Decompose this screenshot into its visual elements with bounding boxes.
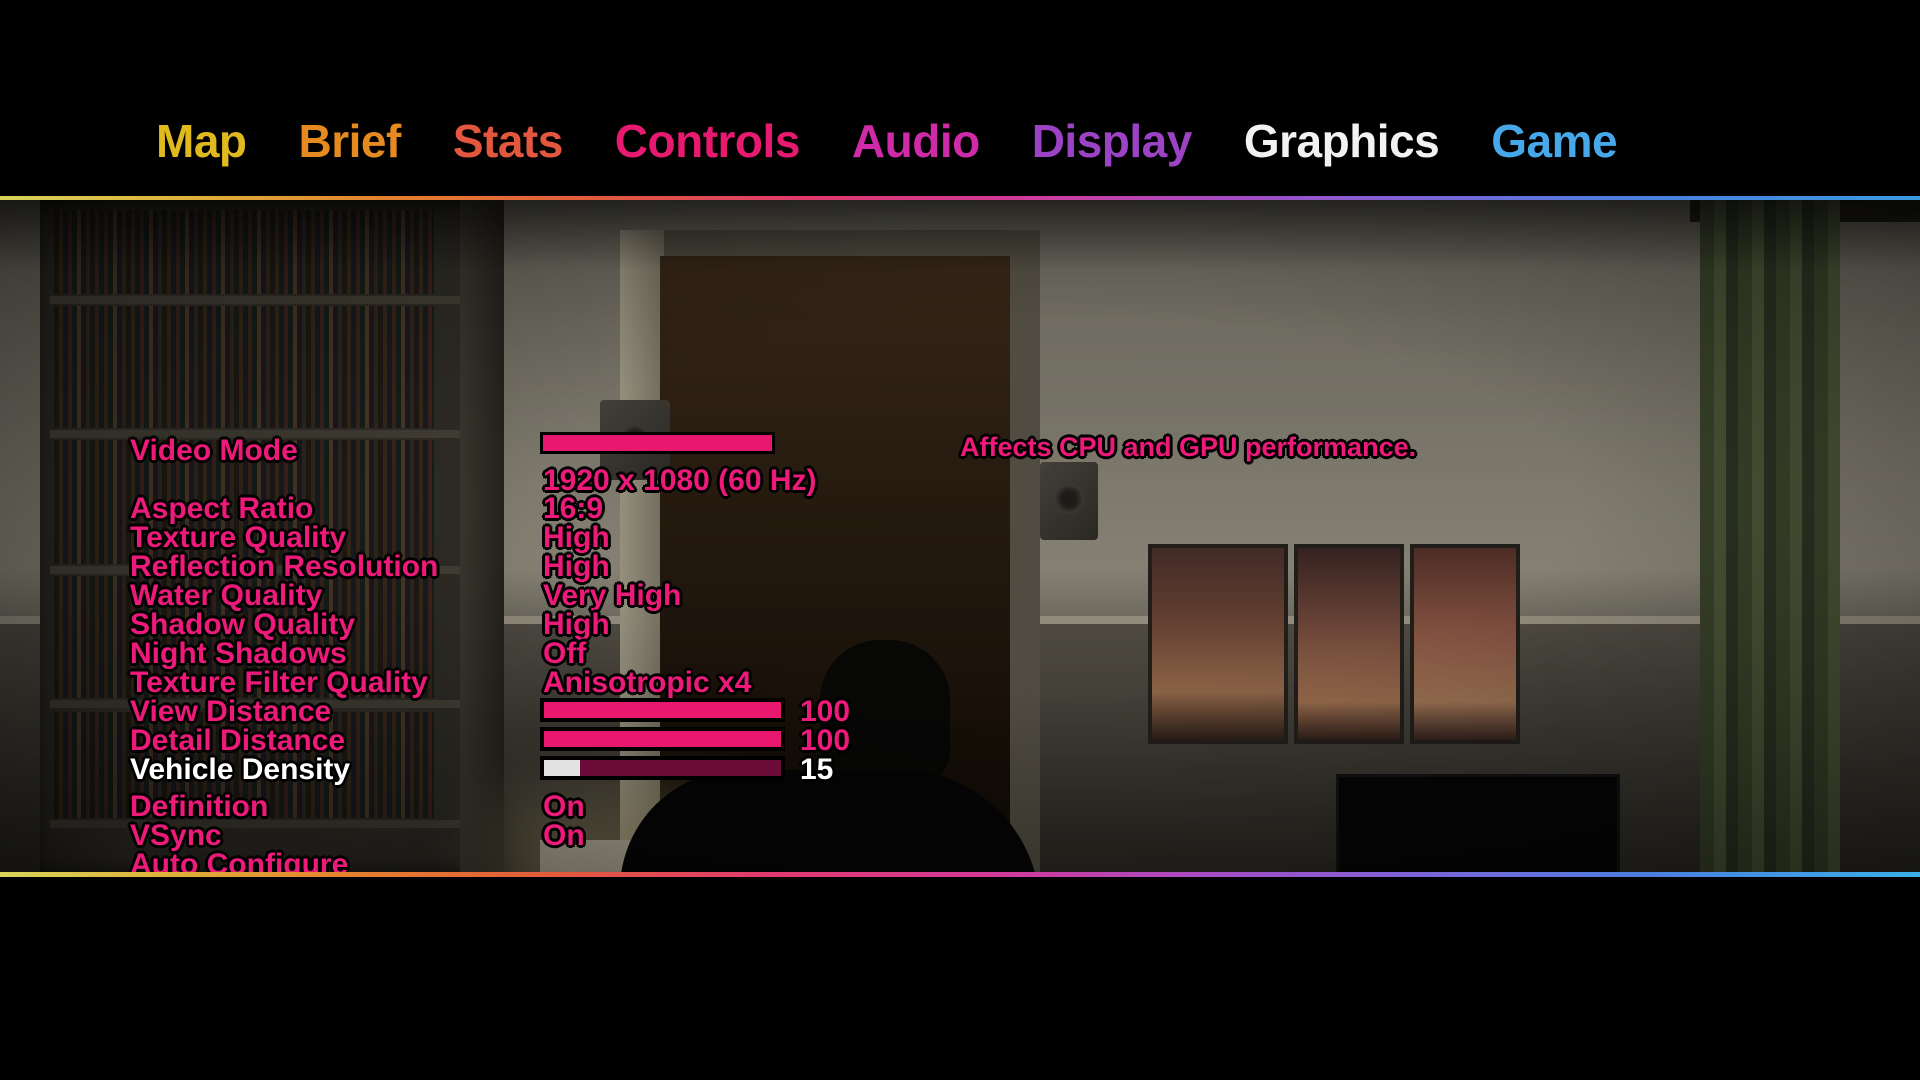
setting-label-video-mode[interactable]: Video Mode (129, 433, 300, 469)
setting-slider-view-distance[interactable] (540, 698, 785, 722)
setting-value-texture-filter-quality[interactable]: Anisotropic x4 (541, 665, 752, 701)
setting-label-vehicle-density[interactable]: Vehicle Density (128, 752, 351, 788)
setting-slider-detail-distance[interactable] (540, 727, 785, 751)
tab-stats[interactable]: Stats (427, 118, 589, 164)
slider-fill (544, 760, 580, 776)
slider-fill (544, 731, 781, 747)
setting-value-vehicle-density: 15 (800, 753, 834, 786)
tab-map[interactable]: Map (130, 118, 273, 164)
tab-brief[interactable]: Brief (273, 118, 427, 164)
setting-value-vsync[interactable]: On (542, 818, 587, 854)
game-menu-screen: Map Brief Stats Controls Audio Display Graphic… (0, 0, 1920, 1080)
tab-display[interactable]: Display (1006, 118, 1218, 164)
tab-controls[interactable]: Controls (589, 118, 826, 164)
slider-fill (544, 702, 781, 718)
tab-audio[interactable]: Audio (826, 118, 1006, 164)
graphics-settings-panel: Affects CPU and GPU performance. Video M… (0, 200, 1920, 1060)
tab-graphics[interactable]: Graphics (1218, 118, 1465, 164)
tab-game[interactable]: Game (1465, 118, 1643, 164)
menu-tab-bar: Map Brief Stats Controls Audio Display Graphic… (0, 0, 1920, 196)
menu-tabs: Map Brief Stats Controls Audio Display Graphic… (0, 118, 1920, 164)
video-mode-highlight-bar (540, 432, 775, 454)
setting-description: Affects CPU and GPU performance. (958, 431, 1417, 464)
bottom-help-bar: PAUSED ↑↓MOVE←→ADJUSTSPACEAPPLYESCBACK (0, 877, 1920, 1080)
setting-slider-vehicle-density[interactable] (540, 756, 785, 780)
